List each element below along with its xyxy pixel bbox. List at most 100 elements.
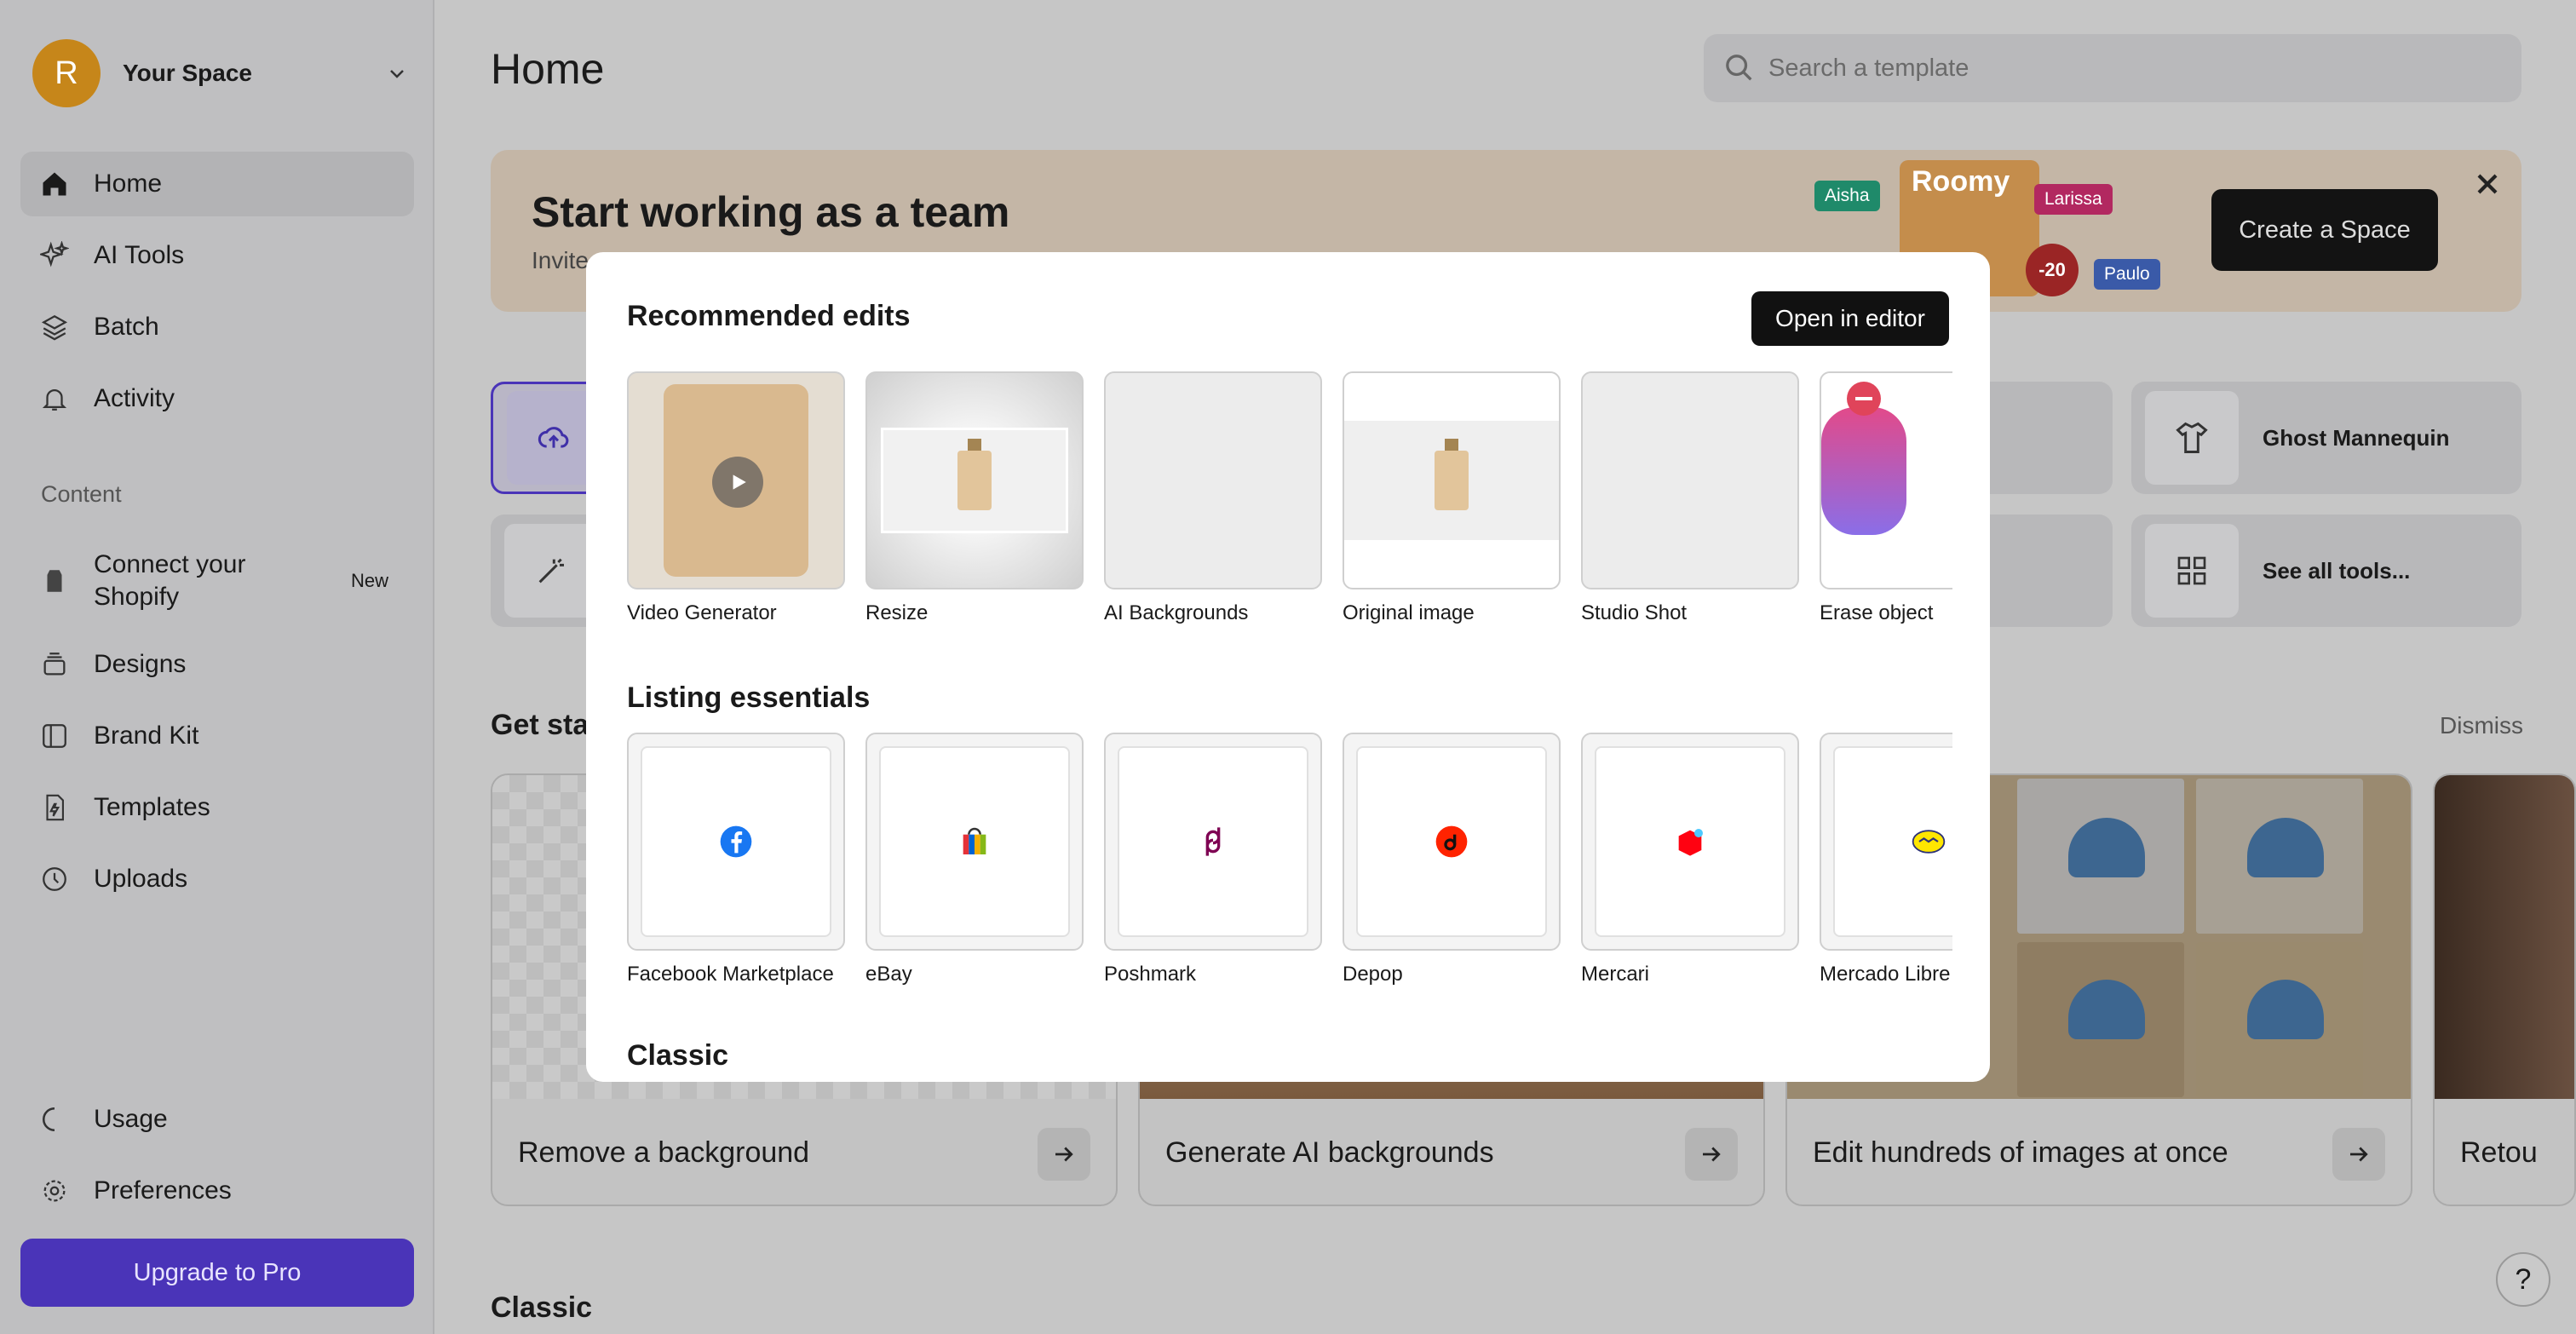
help-button[interactable]: ? xyxy=(2496,1252,2550,1307)
see-all-tools-card[interactable]: See all tools... xyxy=(2131,515,2521,627)
arrow-right-icon[interactable] xyxy=(2332,1128,2385,1181)
template-icon xyxy=(37,791,72,825)
tile-label: Mercari xyxy=(1581,963,1650,986)
sidebar-item-usage[interactable]: Usage xyxy=(20,1087,414,1152)
circle-icon xyxy=(37,1102,72,1136)
magic-wand-icon xyxy=(504,524,598,618)
home-icon xyxy=(37,167,72,201)
sale-sticker: -20 xyxy=(2026,244,2079,296)
sidebar-item-uploads[interactable]: Uploads xyxy=(20,847,414,911)
roomy-label: Roomy xyxy=(1912,165,2010,198)
tile-label: Original image xyxy=(1343,601,1475,624)
bell-icon xyxy=(37,382,72,416)
banner-title: Start working as a team xyxy=(532,188,1010,236)
banner-subtitle: Invite xyxy=(532,247,589,273)
tile-label: Video Generator xyxy=(627,601,777,624)
poshmark-thumb xyxy=(1104,733,1322,951)
upgrade-button[interactable]: Upgrade to Pro xyxy=(20,1239,414,1307)
depop-thumb xyxy=(1343,733,1561,951)
sidebar-item-label: Uploads xyxy=(94,865,188,893)
facebook-thumb xyxy=(627,733,845,951)
avatar: R xyxy=(32,39,101,107)
original-thumb xyxy=(1343,371,1561,589)
sidebar-item-label: Batch xyxy=(94,313,159,341)
retouch-card[interactable]: Retou xyxy=(2433,773,2576,1206)
listing-row: Facebook Marketplace eBay Poshmark Depop… xyxy=(627,733,1952,1039)
sidebar-item-batch[interactable]: Batch xyxy=(20,295,414,359)
search-icon xyxy=(1726,55,1752,81)
space-switcher[interactable]: R Your Space xyxy=(32,39,407,107)
sidebar-item-label: Usage xyxy=(94,1105,168,1133)
tool-label: See all tools... xyxy=(2263,557,2411,584)
listing-heading: Listing essentials xyxy=(627,681,871,714)
studio-shot-thumb xyxy=(1581,371,1799,589)
tile-label: AI Backgrounds xyxy=(1104,601,1249,624)
open-in-editor-button[interactable]: Open in editor xyxy=(1751,291,1949,346)
tile-label: Depop xyxy=(1343,963,1403,986)
ghost-mannequin-card[interactable]: Ghost Mannequin xyxy=(2131,382,2521,494)
sidebar: R Your Space Home AI Tools Batch Activit… xyxy=(0,0,434,1334)
retouch-image xyxy=(2435,775,2574,1099)
ai-backgrounds-thumb xyxy=(1104,371,1322,589)
sidebar-item-label: Home xyxy=(94,170,163,198)
tile-label: Facebook Marketplace xyxy=(627,963,834,986)
arrow-right-icon[interactable] xyxy=(1038,1128,1090,1181)
sidebar-item-activity[interactable]: Activity xyxy=(20,366,414,431)
sidebar-item-ai-tools[interactable]: AI Tools xyxy=(20,223,414,288)
content-section-label: Content xyxy=(41,481,122,507)
recommended-row: Video Generator Resize AI Backgrounds Or… xyxy=(627,371,1952,678)
gear-icon xyxy=(37,1174,72,1208)
card-title: Edit hundreds of images at once xyxy=(1813,1136,2228,1169)
sidebar-item-templates[interactable]: Templates xyxy=(20,775,414,840)
card-title: Remove a background xyxy=(518,1136,810,1169)
sidebar-item-home[interactable]: Home xyxy=(20,152,414,216)
sidebar-item-label: Designs xyxy=(94,650,187,678)
tag-paulo: Paulo xyxy=(2094,259,2160,290)
tile-label: Poshmark xyxy=(1104,963,1197,986)
tag-larissa: Larissa xyxy=(2034,184,2113,215)
sidebar-item-preferences[interactable]: Preferences xyxy=(20,1159,414,1223)
card-title: Generate AI backgrounds xyxy=(1165,1136,1494,1169)
create-space-button[interactable]: Create a Space xyxy=(2211,189,2438,271)
recommended-heading: Recommended edits xyxy=(627,300,911,332)
shopify-icon xyxy=(37,564,72,598)
sidebar-item-label: Templates xyxy=(94,793,210,821)
sidebar-item-label: Brand Kit xyxy=(94,722,199,750)
mercari-icon xyxy=(1678,829,1703,856)
shirt-icon xyxy=(2145,391,2239,485)
classic-section-heading: Classic xyxy=(627,1039,729,1072)
stack-icon xyxy=(37,647,72,681)
recommended-edits-modal: Recommended edits Open in editor Video G… xyxy=(586,252,1990,1082)
search-placeholder: Search a template xyxy=(1768,54,1969,82)
erase-object-thumb xyxy=(1820,371,1952,589)
tile-label: Studio Shot xyxy=(1581,601,1688,624)
history-icon xyxy=(37,862,72,896)
tile-label: Resize xyxy=(865,601,929,624)
ebay-icon xyxy=(963,827,986,854)
sidebar-item-designs[interactable]: Designs xyxy=(20,632,414,697)
mercado-libre-icon xyxy=(1912,830,1946,854)
mercado-libre-thumb xyxy=(1820,733,1952,951)
brand-kit-icon xyxy=(37,719,72,753)
video-thumb xyxy=(627,371,845,589)
grid-icon xyxy=(2145,524,2239,618)
search-input[interactable]: Search a template xyxy=(1704,34,2521,102)
layers-icon xyxy=(37,310,72,344)
classic-heading: Classic xyxy=(491,1291,593,1324)
sidebar-item-label: AI Tools xyxy=(94,241,185,269)
sidebar-item-label: Activity xyxy=(94,384,175,412)
chevron-down-icon xyxy=(390,70,404,78)
depop-icon xyxy=(1435,825,1468,858)
dismiss-link[interactable]: Dismiss xyxy=(2440,712,2523,739)
resize-thumb xyxy=(865,371,1084,589)
close-icon[interactable] xyxy=(2470,167,2504,201)
new-badge: New xyxy=(350,570,388,591)
sidebar-item-label: Connect your Shopify xyxy=(94,550,246,611)
tag-aisha: Aisha xyxy=(1814,181,1880,211)
sidebar-item-shopify[interactable]: Connect your Shopify New xyxy=(20,545,414,617)
arrow-right-icon[interactable] xyxy=(1685,1128,1738,1181)
sidebar-item-brand-kit[interactable]: Brand Kit xyxy=(20,704,414,768)
poshmark-icon xyxy=(1205,827,1221,856)
card-title: Retou xyxy=(2460,1136,2538,1169)
facebook-icon xyxy=(720,825,752,858)
